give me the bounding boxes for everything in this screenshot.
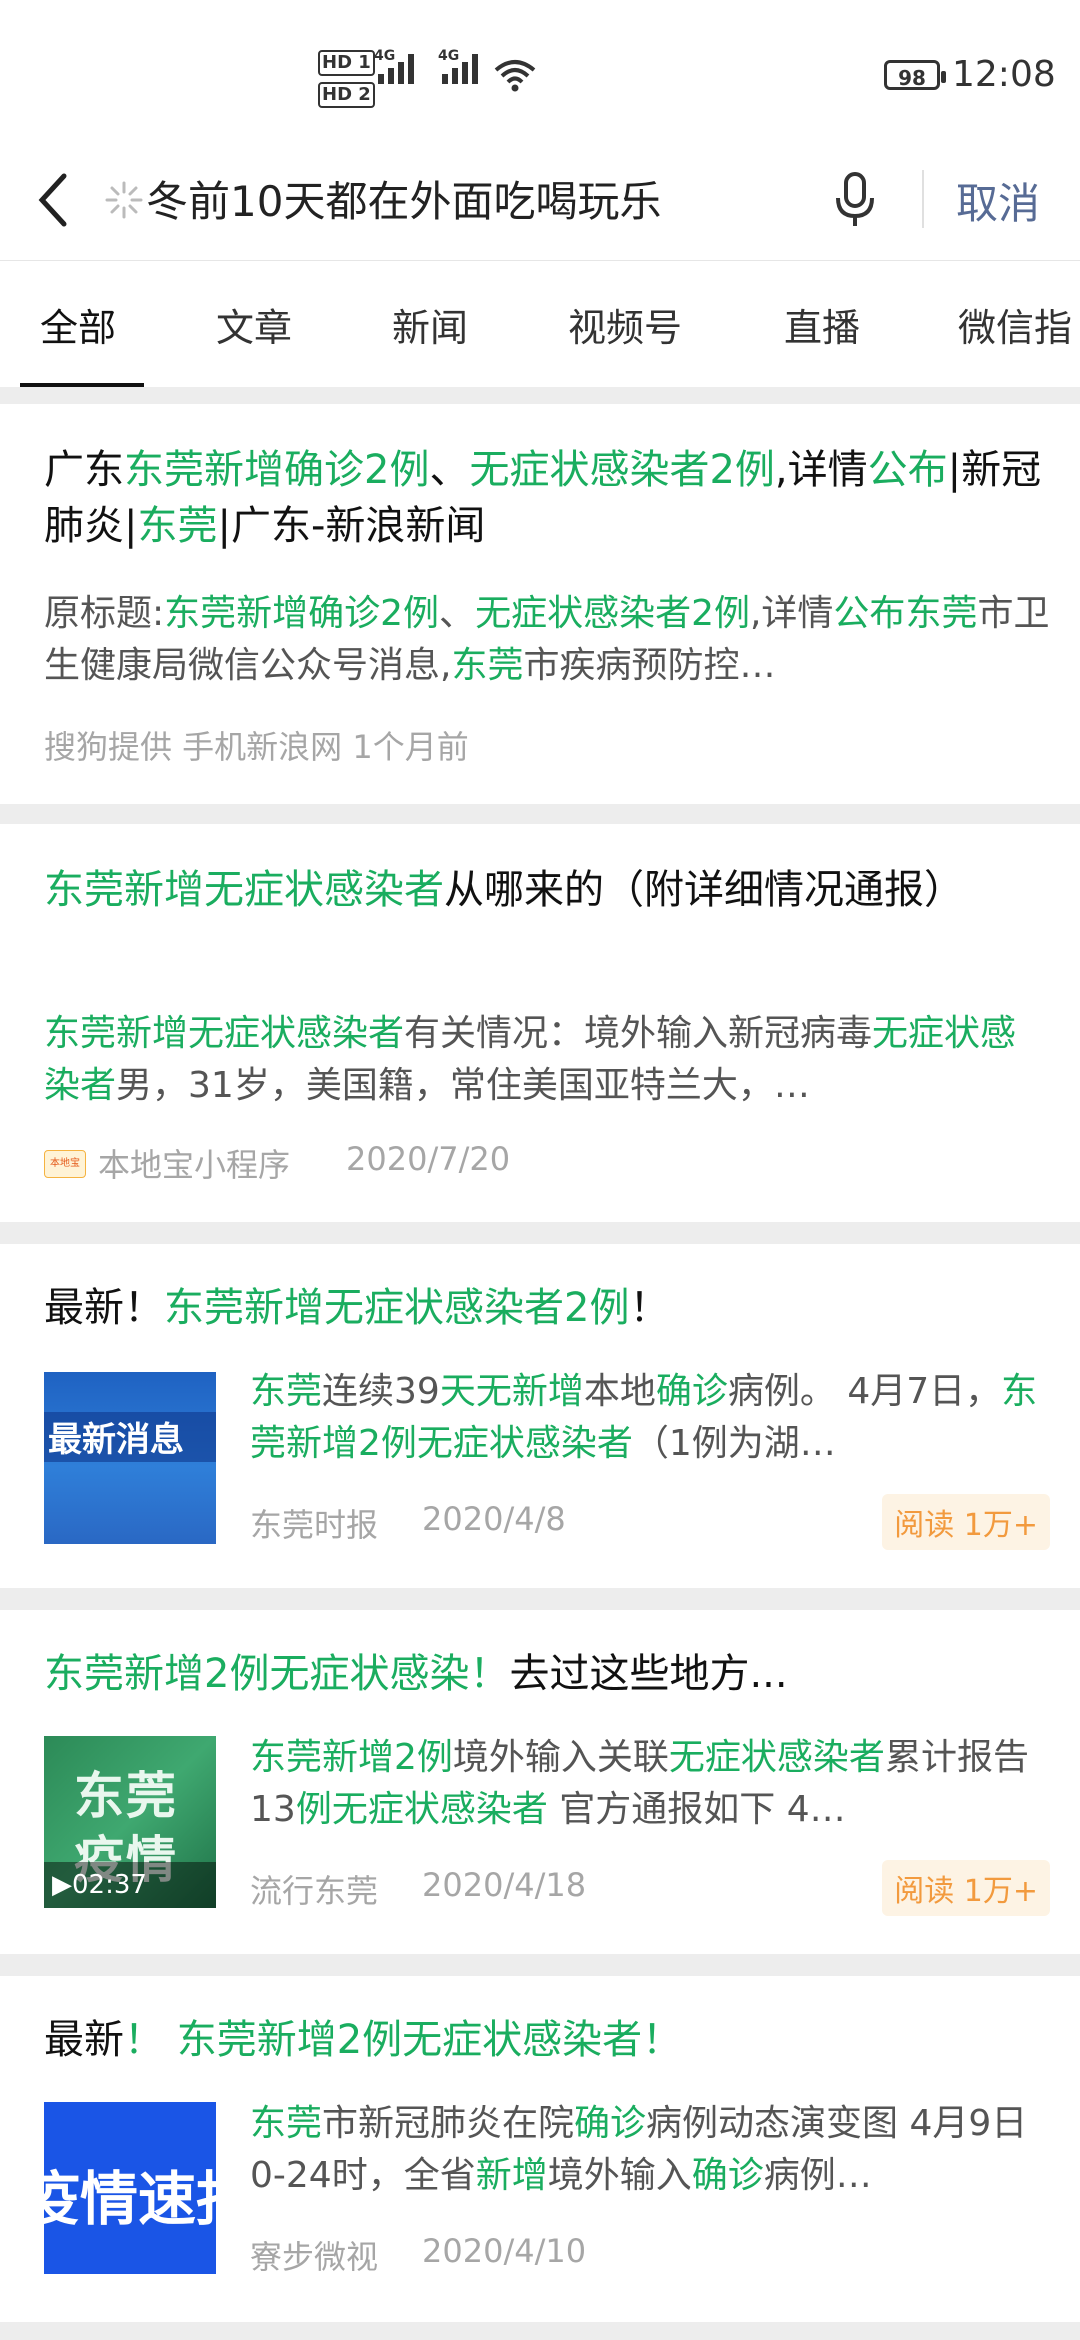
network-type-2: 4G bbox=[438, 48, 460, 64]
tab-wechat-index[interactable]: 微信指 bbox=[958, 297, 1072, 352]
cancel-button[interactable]: 取消 bbox=[956, 170, 1040, 231]
result-title[interactable]: 最新！东莞新增无症状感染者2例！ bbox=[44, 1280, 1050, 1336]
hd1-label: HD 1 bbox=[318, 50, 375, 76]
tab-bar: 全部 文章 新闻 视频号 直播 微信指 bbox=[0, 260, 1080, 387]
result-card[interactable]: 最新！ 东莞新增2例无症状感染者！ 疫情速报 东莞市新冠肺炎在院确诊病例动态演变… bbox=[0, 1976, 1080, 2322]
title-prefix: 最新！ bbox=[44, 1285, 164, 1331]
result-card[interactable]: 东莞新增无症状感染者从哪来的（附详细情况通报） 东莞新增无症状感染者有关情况：境… bbox=[0, 824, 1080, 1222]
title-highlight: 东莞 bbox=[137, 503, 218, 549]
title-suffix: ！ bbox=[629, 1285, 670, 1331]
signal-icon-2: 4G bbox=[438, 48, 478, 84]
title-prefix: 最新 bbox=[44, 2017, 124, 2063]
divider bbox=[922, 170, 924, 228]
result-title[interactable]: 广东东莞新增确诊2例、无症状感染者2例,详情公布|新冠肺炎|东莞|广东-新浪新闻 bbox=[44, 442, 1050, 554]
back-arrow-icon[interactable] bbox=[34, 170, 74, 230]
tab-all[interactable]: 全部 bbox=[40, 297, 116, 352]
read-count-badge: 阅读 1万+ bbox=[882, 1494, 1050, 1550]
search-input[interactable]: 冬前10天都在外面吃喝玩乐 bbox=[146, 168, 706, 229]
title-highlight: 公布 bbox=[867, 447, 948, 493]
result-meta: 搜狗提供 手机新浪网 1个月前 bbox=[44, 728, 469, 766]
battery-level: 98 bbox=[898, 66, 926, 90]
clock: 12:08 bbox=[952, 54, 1056, 95]
result-date: 2020/7/20 bbox=[346, 1140, 511, 1178]
result-title[interactable]: 东莞新增2例无症状感染！去过这些地方... bbox=[44, 1646, 1050, 1702]
battery-icon: 98 bbox=[884, 60, 946, 90]
network-type-1: 4G bbox=[374, 48, 396, 64]
active-tab-indicator bbox=[20, 383, 144, 387]
article-thumbnail[interactable]: 最新消息 bbox=[44, 1372, 216, 1544]
result-date: 2020/4/18 bbox=[422, 1866, 587, 1904]
thumbnail-text: 疫情速报 bbox=[44, 2165, 216, 2233]
read-count-badge: 阅读 1万+ bbox=[882, 1860, 1050, 1916]
video-thumbnail[interactable]: 东莞 疫情 ▶02:37 bbox=[44, 1736, 216, 1908]
microphone-icon[interactable] bbox=[830, 170, 880, 230]
result-source: 寮步微视 bbox=[250, 2238, 379, 2276]
result-source: 流行东莞 bbox=[250, 1872, 379, 1910]
title-segment: ,详情 bbox=[774, 447, 868, 493]
title-highlight: ！ 东莞新增2例无症状感染者！ bbox=[124, 2017, 683, 2063]
title-highlight: 东莞新增无症状感染者2例 bbox=[164, 1285, 630, 1331]
result-snippet: 原标题:东莞新增确诊2例、无症状感染者2例,详情公布东莞市卫生健康局微信公众号消… bbox=[44, 593, 1050, 686]
result-snippet: 东莞市新冠肺炎在院确诊病例动态演变图 4月9日0-24时，全省新增境外输入确诊病… bbox=[250, 2103, 1028, 2196]
tab-channels[interactable]: 视频号 bbox=[568, 297, 682, 352]
result-date: 2020/4/8 bbox=[422, 1500, 566, 1538]
wifi-icon bbox=[494, 60, 536, 92]
title-suffix: 去过这些地方... bbox=[509, 1651, 788, 1697]
video-duration: ▶02:37 bbox=[52, 1870, 147, 1900]
thumbnail-text: 最新消息 bbox=[48, 1420, 184, 1460]
title-highlight: 无症状感染者2例 bbox=[469, 447, 775, 493]
article-thumbnail[interactable]: 疫情速报 bbox=[44, 2102, 216, 2274]
status-bar: HD 1 HD 2 4G 4G 98 12:08 bbox=[0, 0, 1080, 150]
title-segment: 广东 bbox=[44, 447, 124, 493]
result-card[interactable]: 最新！东莞新增无症状感染者2例！ 最新消息 东莞连续39天无新增本地确诊病例。 … bbox=[0, 1244, 1080, 1588]
tab-articles[interactable]: 文章 bbox=[216, 297, 292, 352]
result-snippet: 东莞新增2例境外输入关联无症状感染者累计报告13例无症状感染者 官方通报如下 4… bbox=[250, 1737, 1029, 1830]
hd-indicator: HD 1 HD 2 bbox=[318, 50, 375, 114]
tab-live[interactable]: 直播 bbox=[784, 297, 860, 352]
result-card[interactable]: 东莞新增2例无症状感染！去过这些地方... 东莞 疫情 ▶02:37 东莞新增2… bbox=[0, 1610, 1080, 1954]
loading-spinner-icon bbox=[105, 181, 143, 219]
title-highlight: 东莞新增确诊2例 bbox=[124, 447, 430, 493]
result-source: 本地宝小程序 bbox=[98, 1146, 291, 1184]
result-title[interactable]: 最新！ 东莞新增2例无症状感染者！ bbox=[44, 2012, 1050, 2068]
hd2-label: HD 2 bbox=[318, 82, 375, 108]
tab-news[interactable]: 新闻 bbox=[392, 297, 468, 352]
result-card[interactable]: 广东东莞新增确诊2例、无症状感染者2例,详情公布|新冠肺炎|东莞|广东-新浪新闻… bbox=[0, 404, 1080, 804]
search-bar: 冬前10天都在外面吃喝玩乐 取消 bbox=[0, 150, 1080, 260]
thumbnail-text: 东莞 bbox=[74, 1767, 178, 1825]
title-segment: |广东-新浪新闻 bbox=[217, 503, 486, 549]
result-date: 2020/4/10 bbox=[422, 2232, 587, 2270]
result-snippet: 东莞新增无症状感染者有关情况：境外输入新冠病毒无症状感染者男，31岁，美国籍，常… bbox=[44, 1013, 1017, 1106]
signal-icon-1: 4G bbox=[374, 48, 414, 84]
result-source: 东莞时报 bbox=[250, 1506, 379, 1544]
title-highlight: 东莞新增2例无症状感染！ bbox=[44, 1651, 510, 1697]
result-snippet: 东莞连续39天无新增本地确诊病例。 4月7日，东莞新增2例无症状感染者（1例为湖… bbox=[250, 1371, 1038, 1464]
result-title[interactable]: 东莞新增无症状感染者从哪来的（附详细情况通报） bbox=[44, 862, 1050, 918]
title-segment: 、 bbox=[429, 447, 470, 493]
mini-program-logo-icon: 本地宝 bbox=[44, 1150, 86, 1178]
